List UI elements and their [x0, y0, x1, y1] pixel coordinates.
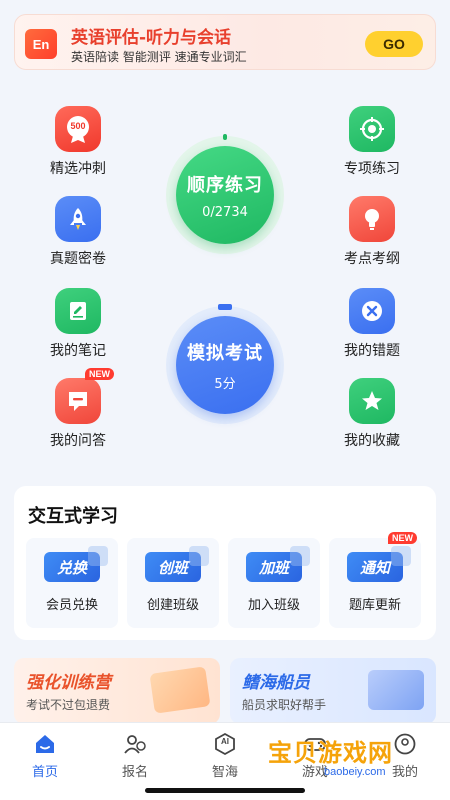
feature-label: 我的问答: [50, 433, 106, 449]
feature-label: 精选冲刺: [50, 161, 106, 177]
promo-subtitle: 考试不过包退费: [26, 698, 111, 712]
banner-title: 英语评估-听力与会话: [71, 28, 232, 48]
join-class-icon: 加班: [246, 546, 310, 582]
rocket-icon: [55, 196, 101, 242]
feature-zhuanxiang[interactable]: 专项练习: [332, 106, 412, 178]
feature-shoucang[interactable]: 我的收藏: [332, 378, 412, 450]
lightbulb-icon: [349, 196, 395, 242]
notebook-icon: [55, 288, 101, 334]
go-button[interactable]: GO: [365, 31, 423, 57]
practice-title: 顺序练习: [187, 174, 263, 196]
progress-tick: [223, 134, 227, 140]
feature-kaodian[interactable]: 考点考纲: [332, 196, 412, 268]
500-medal-icon: 500: [55, 106, 101, 152]
watermark-url: baobeiy.com: [324, 766, 386, 778]
practice-progress: 0/2734: [202, 204, 248, 220]
nav-ai[interactable]: AI 智海: [190, 731, 260, 780]
book-icon: [149, 666, 211, 714]
create-class-icon: 创班: [145, 546, 209, 582]
tile-label: 创建班级: [146, 598, 199, 613]
star-icon: [349, 378, 395, 424]
id-card-icon: [368, 670, 424, 710]
promo-banner[interactable]: En 英语评估-听力与会话 英语陪读 智能测评 速通专业词汇 GO: [14, 14, 436, 70]
new-badge: NEW: [85, 368, 114, 380]
training-camp-promo[interactable]: 强化训练营 考试不过包退费: [14, 658, 220, 724]
nav-label: 报名: [121, 765, 148, 780]
feature-label: 考点考纲: [344, 251, 400, 267]
mock-exam-circle: 模拟考试 5分: [176, 316, 274, 414]
signup-icon: [122, 731, 148, 757]
sequential-practice-button[interactable]: 顺序练习 0/2734: [166, 134, 284, 254]
promo-subtitle: 船员求职好帮手: [242, 698, 327, 712]
promo-title: 鳍海船员: [242, 673, 310, 693]
nav-home[interactable]: 首页: [10, 731, 80, 780]
banner-subtitle: 英语陪读 智能测评 速通专业词汇: [71, 50, 247, 64]
feature-cuoti[interactable]: 我的错题: [332, 288, 412, 360]
notice-icon: 通知: [347, 546, 411, 582]
feature-label: 真题密卷: [50, 251, 106, 267]
feature-zhenti[interactable]: 真题密卷: [38, 196, 118, 268]
interactive-learning-card: 交互式学习 兑换 会员兑换 创班 创建班级 加班 加入班级 NEW 通知 题库更…: [14, 486, 436, 640]
home-indicator: [145, 788, 305, 793]
tile-bank-update[interactable]: NEW 通知 题库更新: [329, 532, 421, 628]
feature-label: 我的收藏: [344, 433, 400, 449]
tile-join-class[interactable]: 加班 加入班级: [228, 538, 320, 628]
watermark: 宝贝游戏网 baobeiy.com: [268, 733, 438, 783]
x-circle-icon: [349, 288, 395, 334]
progress-tick: [218, 304, 232, 310]
feature-label: 我的错题: [344, 343, 400, 359]
section-title: 交互式学习: [28, 506, 118, 527]
tile-member-redeem[interactable]: 兑换 会员兑换: [26, 538, 118, 628]
home-icon: [32, 731, 58, 757]
new-badge: NEW: [388, 532, 417, 544]
tile-label: 题库更新: [348, 598, 401, 613]
seafarer-promo[interactable]: 鳍海船员 船员求职好帮手: [230, 658, 436, 724]
watermark-title: 宝贝游戏网: [268, 739, 393, 767]
redeem-icon: 兑换: [44, 546, 108, 582]
feature-wenda[interactable]: NEW 我的问答: [38, 368, 118, 450]
feature-jingxuan[interactable]: 500 精选冲刺: [38, 106, 118, 178]
mock-exam-button[interactable]: 模拟考试 5分: [166, 304, 284, 424]
nav-signup[interactable]: 报名: [100, 731, 170, 780]
tile-label: 加入班级: [247, 598, 300, 613]
feature-label: 专项练习: [344, 161, 400, 177]
chat-bubble-icon: NEW: [55, 368, 114, 424]
tile-create-class[interactable]: 创班 创建班级: [127, 538, 219, 628]
mock-exam-score: 5分: [214, 376, 236, 392]
mock-exam-title: 模拟考试: [187, 342, 263, 364]
nav-label: 首页: [31, 765, 58, 780]
feature-biji[interactable]: 我的笔记: [38, 288, 118, 360]
tile-label: 会员兑换: [45, 598, 98, 613]
sequential-practice-circle: 顺序练习 0/2734: [176, 146, 274, 244]
en-logo: En: [25, 29, 57, 59]
target-icon: [349, 106, 395, 152]
promo-title: 强化训练营: [26, 673, 111, 693]
nav-label: 智海: [211, 765, 238, 780]
feature-label: 我的笔记: [50, 343, 106, 359]
ai-icon: AI: [212, 731, 238, 757]
